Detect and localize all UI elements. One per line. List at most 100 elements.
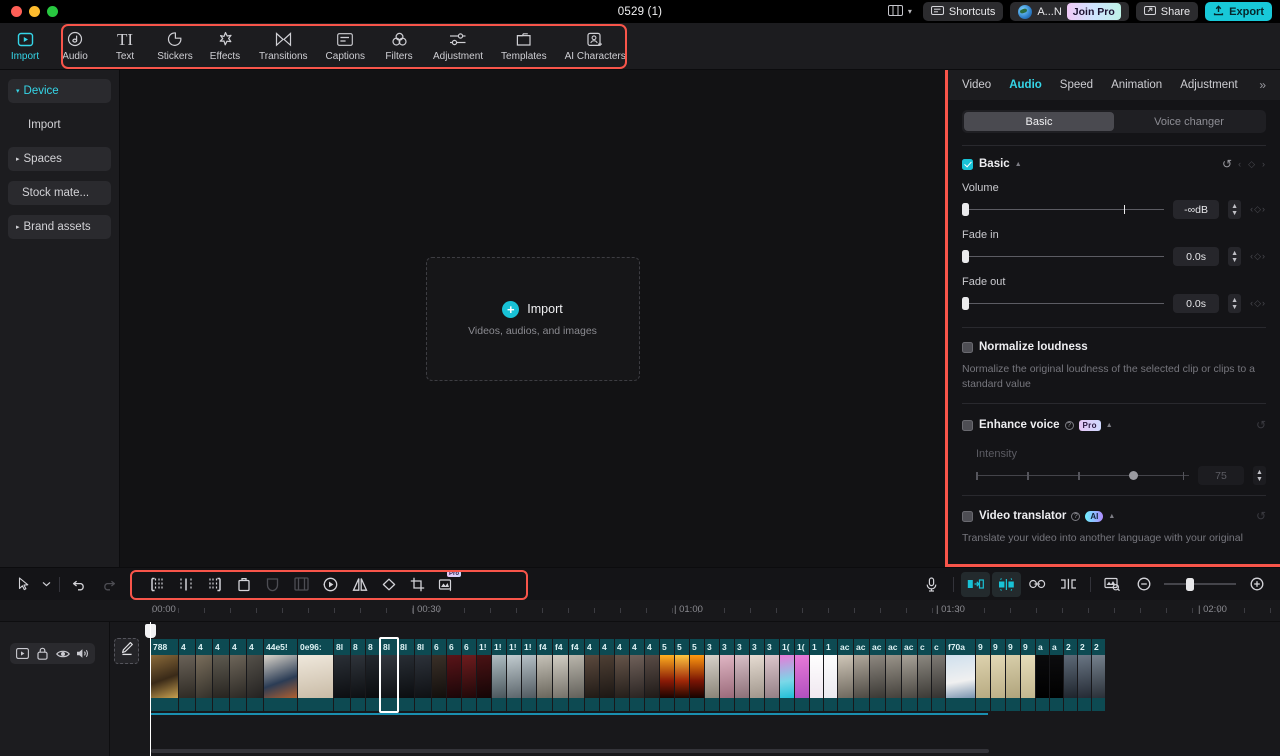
timeline-clip[interactable]: 0e96: [298,639,333,711]
shortcuts-button[interactable]: Shortcuts [922,2,1004,21]
split-left-icon[interactable] [142,572,171,597]
intensity-value[interactable]: 75 [1198,466,1244,485]
keyframe-diamond-icon[interactable] [374,572,403,597]
marker-search-icon[interactable] [1098,572,1127,597]
timeline-clip[interactable]: 6 [462,639,476,711]
video-translator-checkbox[interactable] [962,510,973,522]
timeline-clip[interactable]: 5 [660,639,674,711]
speaker-icon[interactable] [74,646,91,661]
volume-keyframe-controls[interactable]: ‹◇› [1250,204,1266,215]
volume-slider[interactable] [962,202,1165,218]
auto-cut-icon[interactable] [992,571,1021,597]
chevron-up-icon[interactable]: ▲ [1106,422,1113,429]
timeline-clip[interactable]: 5 [675,639,689,711]
fade-out-slider[interactable] [962,296,1165,312]
nav-item-filters[interactable]: Filters [374,23,424,69]
add-to-track-icon[interactable] [961,571,990,597]
question-circle-icon[interactable]: ? [1071,511,1081,521]
timeline-clip[interactable]: 9 [1006,639,1020,711]
timeline-clip[interactable]: 8l [334,639,350,711]
timeline-clip[interactable]: 8 [351,639,365,711]
speed-clock-icon[interactable] [316,572,345,597]
account-button[interactable]: A...N Join Pro [1010,2,1129,21]
timeline-clip[interactable]: f4 [537,639,552,711]
segment-voice-changer[interactable]: Voice changer [1114,112,1264,131]
intensity-slider[interactable] [976,469,1189,483]
volume-value[interactable]: -∞dB [1173,200,1220,219]
sidebar-item-import[interactable]: Import [8,113,111,137]
timeline-clip[interactable]: 1 [824,639,837,711]
timeline-clip[interactable]: 3 [720,639,734,711]
sidebar-item-stock-materials[interactable]: Stock mate... [8,181,111,205]
timeline-clip[interactable]: 4 [630,639,644,711]
nav-item-effects[interactable]: Effects [200,23,250,69]
timeline-clip[interactable]: 4 [645,639,659,711]
chevron-down-icon[interactable] [38,572,54,597]
timeline-clip[interactable]: 5 [690,639,704,711]
timeline-clip[interactable]: 8l [398,639,414,711]
timeline-clip[interactable]: 3 [765,639,779,711]
timeline-zoom-slider[interactable] [1164,577,1236,591]
timeline-clip[interactable]: 1( [780,639,794,711]
timeline-clip[interactable]: 1! [507,639,521,711]
timeline-clip[interactable]: 788 [151,639,178,711]
basic-checkbox[interactable] [962,158,973,170]
tab-video[interactable]: Video [962,79,991,91]
timeline-ruler[interactable]: 00:00 | 00:30 | 01:00 | 01:30 | 02:00 [0,600,1280,622]
fade-in-stepper[interactable]: ▲ ▼ [1228,247,1242,266]
join-pro-button[interactable]: Join Pro [1066,3,1121,20]
timeline-clip[interactable]: a [1050,639,1063,711]
timeline-clip[interactable]: 1( [795,639,809,711]
enhance-voice-checkbox[interactable] [962,419,973,431]
share-button[interactable]: Share [1135,2,1199,21]
timeline-clip[interactable]: 3 [705,639,719,711]
timeline-clip[interactable]: 1! [492,639,506,711]
timeline-clip[interactable]: c [918,639,931,711]
sidebar-item-device[interactable]: ▾ Device [8,79,111,103]
chevron-up-icon[interactable]: ▲ [1108,513,1115,520]
timeline-clip[interactable]: 4 [230,639,246,711]
nav-item-transitions[interactable]: Transitions [250,23,317,69]
timeline-clip[interactable]: 1 [810,639,823,711]
fade-in-slider[interactable] [962,249,1165,265]
timeline-clip[interactable]: f4 [569,639,584,711]
timeline-clip[interactable]: 6 [432,639,446,711]
lock-icon[interactable] [34,646,51,661]
timeline-clip[interactable]: 4 [585,639,599,711]
timeline-clip[interactable]: 8 [366,639,380,711]
timeline-clip[interactable]: 8l [381,639,397,711]
mirror-flip-icon[interactable] [345,572,374,597]
timeline-clip[interactable]: ac [838,639,853,711]
timeline-clip[interactable]: 8l [415,639,431,711]
eye-icon[interactable] [54,646,71,661]
keyframe-next-button[interactable]: › [1262,159,1266,169]
microphone-icon[interactable] [917,572,946,597]
segment-basic[interactable]: Basic [964,112,1114,131]
timeline-clip[interactable]: 1! [522,639,536,711]
nav-item-captions[interactable]: Captions [317,23,374,69]
tab-adjustment[interactable]: Adjustment [1180,79,1238,91]
timeline-clip[interactable]: 4 [600,639,614,711]
timeline-clip[interactable]: f70a [946,639,975,711]
timeline-clip[interactable]: 2 [1092,639,1105,711]
timeline-clip[interactable]: 4 [196,639,212,711]
tab-speed[interactable]: Speed [1060,79,1093,91]
fade-out-stepper[interactable]: ▲ ▼ [1228,294,1242,313]
clip-strip[interactable]: 788 4 4 4 4 4 44e5! 0e96: 8l 8 8 8l 8l 8l 6 6 6 1! 1! 1! 1! f… [151,639,1106,711]
timeline-horizontal-scrollbar[interactable] [151,749,989,753]
timeline-clip[interactable]: 3 [735,639,749,711]
question-circle-icon[interactable]: ? [1064,420,1074,430]
timeline-clip[interactable]: 9 [1021,639,1035,711]
zoom-out-icon[interactable] [1129,572,1158,597]
track-video-icon[interactable] [14,646,31,661]
layout-switch-button[interactable]: ▾ [884,2,916,21]
sidebar-item-brand-assets[interactable]: ▸ Brand assets [8,215,111,239]
nav-item-templates[interactable]: Templates [492,23,556,69]
chevron-double-right-icon[interactable]: » [1259,78,1266,92]
timeline-clip[interactable]: 2 [1064,639,1077,711]
split-right-icon[interactable] [200,572,229,597]
nav-item-ai-characters[interactable]: AI Characters [556,23,635,69]
timeline-clip[interactable]: 4 [247,639,263,711]
normalize-loudness-checkbox[interactable] [962,341,973,353]
chevron-up-icon[interactable]: ▲ [1015,161,1022,168]
